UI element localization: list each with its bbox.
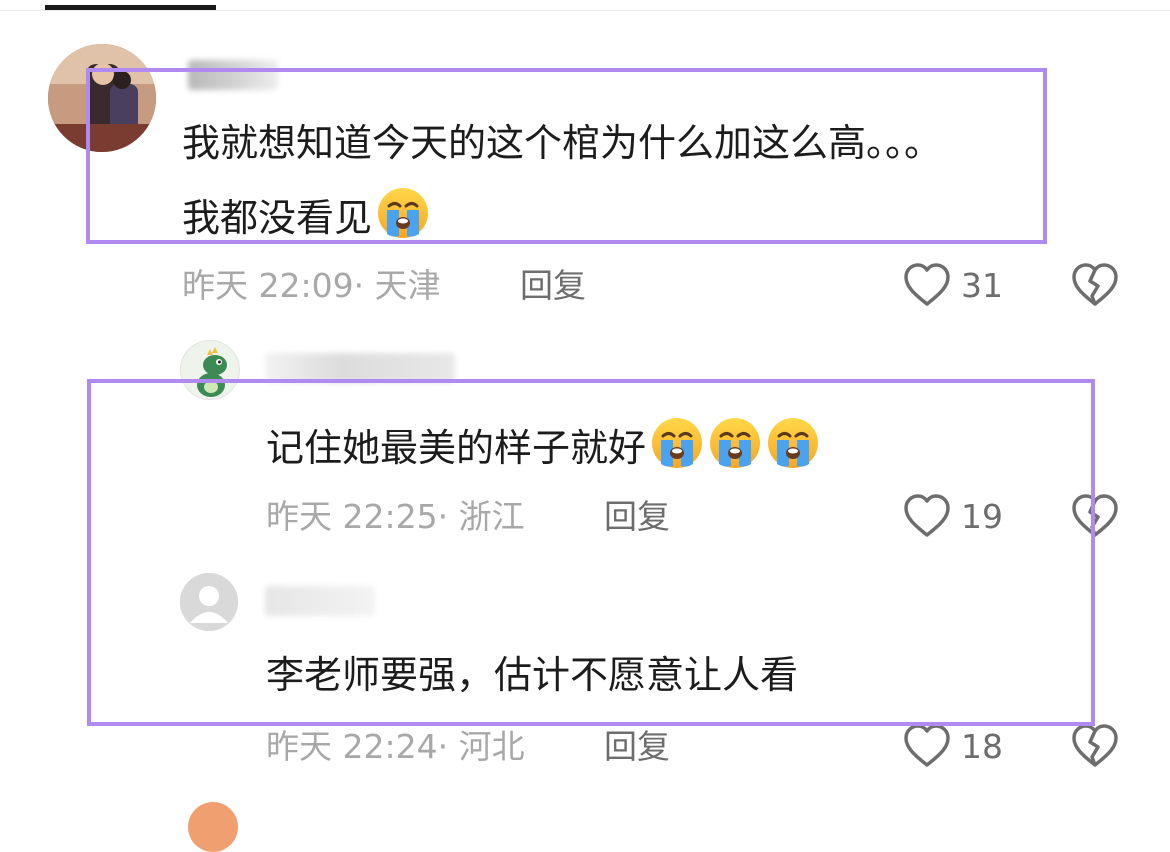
like-button[interactable] xyxy=(903,723,951,769)
dislike-button[interactable] xyxy=(1071,723,1119,769)
heart-outline-icon xyxy=(904,724,950,767)
heart-outline-icon xyxy=(904,263,950,306)
comment-meta: 昨天 22:09· 天津 xyxy=(182,266,441,306)
broken-heart-icon xyxy=(1072,263,1118,306)
comment-time: 昨天 22:09 xyxy=(182,266,354,305)
highlight-box xyxy=(87,379,1095,726)
reply-meta: 昨天 22:24· 河北 xyxy=(266,727,525,767)
dislike-button[interactable] xyxy=(1071,262,1119,308)
reply-location: · 河北 xyxy=(437,727,525,766)
like-button[interactable] xyxy=(903,262,951,308)
top-divider xyxy=(0,10,1170,11)
next-comment-avatar[interactable] xyxy=(188,802,238,852)
highlight-box xyxy=(86,68,1047,244)
reply-time: 昨天 22:24 xyxy=(266,727,438,766)
broken-heart-icon xyxy=(1072,724,1118,767)
comment-location: · 天津 xyxy=(353,266,441,305)
reply-button[interactable]: 回复 xyxy=(520,266,586,306)
reply-button[interactable]: 回复 xyxy=(604,727,670,767)
like-count: 18 xyxy=(961,727,1003,766)
like-count: 31 xyxy=(961,266,1003,305)
